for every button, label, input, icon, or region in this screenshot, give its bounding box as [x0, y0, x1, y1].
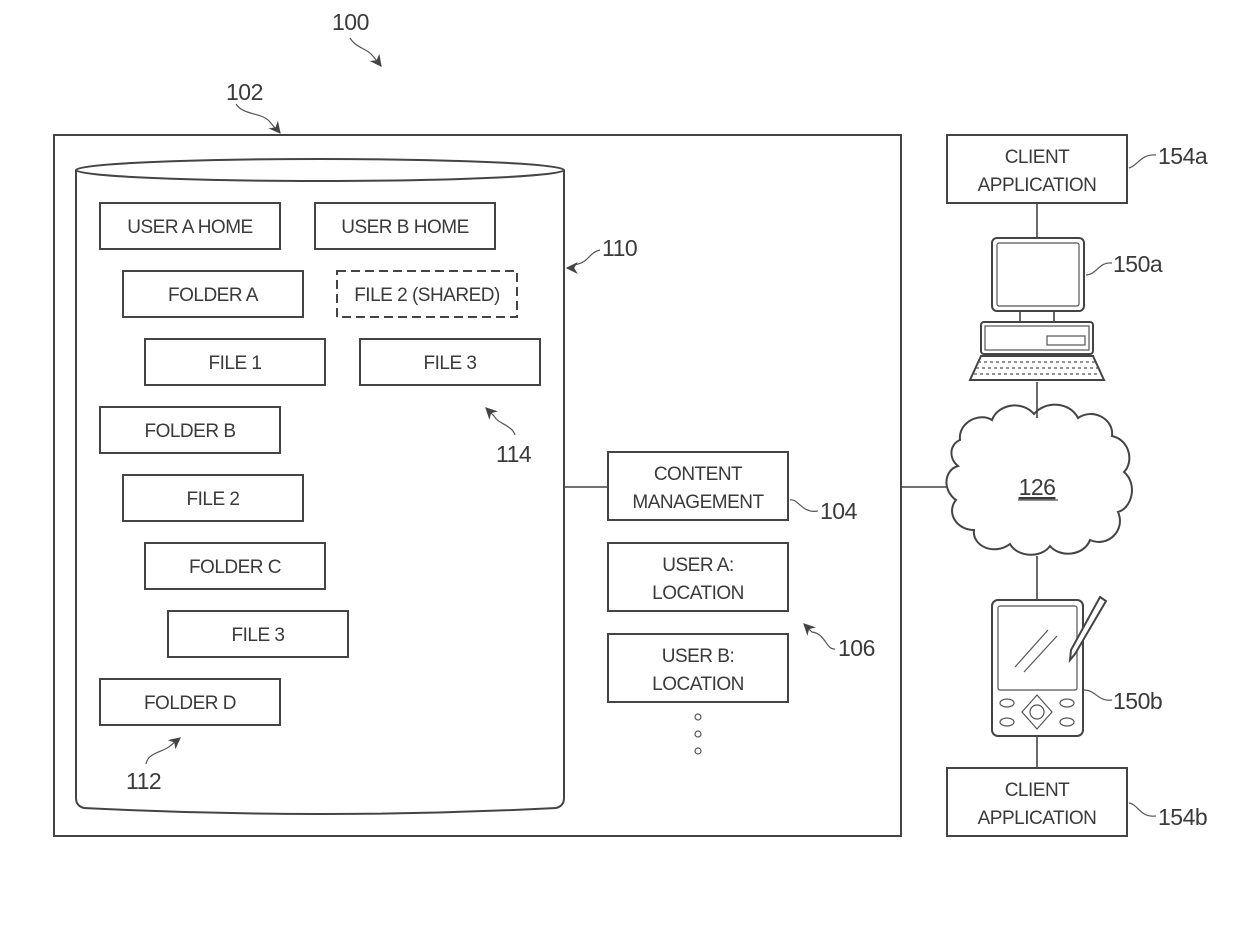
storage-item-label: FILE 1 [209, 353, 262, 374]
storage-item-label: FILE 3 [232, 625, 285, 646]
client-application-a-box[interactable]: CLIENT APPLICATION [946, 134, 1128, 204]
client-app-b-line2: APPLICATION [978, 808, 1097, 829]
ref-label-104: 104 [820, 498, 858, 524]
content-management-line1: CONTENT [654, 464, 743, 485]
storage-item-file-1[interactable]: FILE 1 [144, 338, 326, 386]
ref-leader-154a [1128, 154, 1157, 169]
storage-item-folder-d[interactable]: FOLDER D [99, 678, 281, 726]
storage-item-folder-a[interactable]: FOLDER A [122, 270, 304, 318]
client-application-b-box[interactable]: CLIENT APPLICATION [946, 767, 1128, 837]
ref-leader-100 [349, 37, 382, 67]
storage-item-file-2-shared[interactable]: FILE 2 (SHARED) [336, 270, 518, 318]
user-a-location-line1: USER A: [662, 555, 733, 576]
content-management-box[interactable]: CONTENT MANAGEMENT [607, 451, 789, 521]
storage-item-label: FILE 2 (SHARED) [354, 285, 500, 306]
ref-leader-150b [1083, 689, 1113, 701]
ref-label-126: 126 [1019, 474, 1056, 500]
storage-item-file-3-shared-tree[interactable]: FILE 3 [359, 338, 541, 386]
ref-label-114: 114 [496, 441, 532, 467]
pda-device-icon [991, 595, 1108, 737]
user-b-location-line2: LOCATION [652, 674, 744, 695]
ref-leader-102 [235, 103, 281, 134]
storage-item-file-2[interactable]: FILE 2 [122, 474, 304, 522]
storage-item-file-3[interactable]: FILE 3 [167, 610, 349, 658]
ref-label-110: 110 [602, 235, 637, 261]
client-app-a-line1: CLIENT [1005, 147, 1070, 168]
user-b-location-line1: USER B: [662, 646, 735, 667]
storage-item-label: USER A HOME [127, 217, 252, 238]
storage-item-folder-c[interactable]: FOLDER C [144, 542, 326, 590]
storage-item-label: USER B HOME [341, 217, 469, 238]
desktop-computer-icon [968, 237, 1106, 381]
ref-label-102: 102 [226, 79, 263, 105]
user-a-location-box[interactable]: USER A: LOCATION [607, 542, 789, 612]
storage-item-label: FOLDER C [189, 557, 281, 578]
user-a-location-line2: LOCATION [652, 583, 744, 604]
ref-label-106: 106 [838, 635, 875, 661]
ref-label-150b: 150b [1113, 688, 1162, 714]
system-diagram: 100 102 110 USER A HOME USER B HOME FOLD… [53, 9, 1208, 837]
user-b-location-box[interactable]: USER B: LOCATION [607, 633, 789, 703]
ref-leader-150a [1085, 262, 1113, 276]
storage-item-label: FOLDER D [144, 693, 236, 714]
ref-label-112: 112 [126, 768, 161, 794]
ref-label-150a: 150a [1113, 251, 1163, 277]
storage-item-label: FOLDER A [168, 285, 259, 306]
client-app-b-line1: CLIENT [1005, 780, 1070, 801]
ref-label-154b: 154b [1158, 804, 1207, 830]
storage-item-label: FOLDER B [144, 421, 235, 442]
storage-item-user-a-home[interactable]: USER A HOME [99, 202, 281, 250]
storage-item-label: FILE 3 [424, 353, 477, 374]
content-management-line2: MANAGEMENT [632, 492, 764, 513]
ref-leader-154b [1128, 802, 1157, 817]
ref-label-154a: 154a [1158, 143, 1208, 169]
storage-item-label: FILE 2 [187, 489, 240, 510]
storage-item-folder-b[interactable]: FOLDER B [99, 406, 281, 454]
client-app-a-line2: APPLICATION [978, 175, 1097, 196]
ref-label-100: 100 [332, 9, 369, 35]
network-cloud: 126 [945, 403, 1133, 556]
storage-item-user-b-home[interactable]: USER B HOME [314, 202, 496, 250]
